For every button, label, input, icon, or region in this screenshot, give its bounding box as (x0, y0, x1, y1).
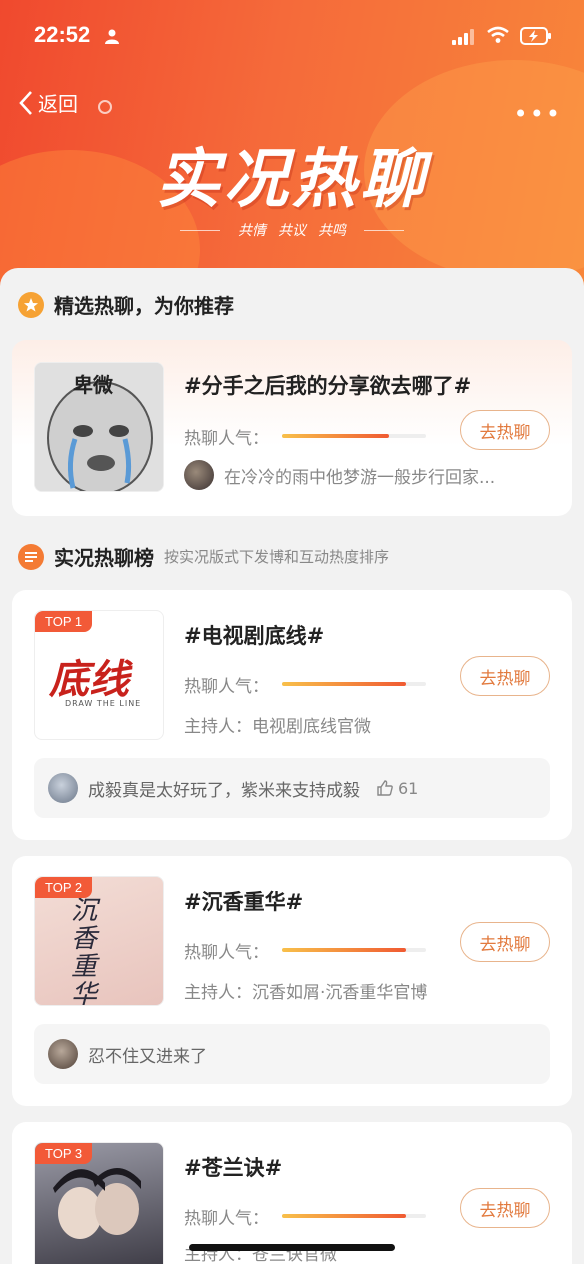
ranking-card[interactable]: 沉香重华 TOP 2 #沉香重华# 热聊人气： 去热聊 主持人：沉香如屑·沉香重… (12, 856, 572, 1106)
heat-label: 热聊人气： (184, 677, 269, 697)
heat-label: 热聊人气： (184, 943, 269, 963)
heat-bar-fill (282, 434, 389, 438)
thumb-title: 沉香重华 (71, 896, 98, 1006)
comment-preview[interactable]: 忍不住又进来了 (34, 1024, 550, 1084)
ranking-section-header: 实况热聊榜 按实况版式下发博和互动热度排序 (18, 542, 389, 571)
heat-label: 热聊人气： (184, 429, 269, 449)
chevron-left-icon (19, 90, 32, 115)
topic-title[interactable]: #分手之后我的分享欲去哪了# (184, 370, 471, 400)
subtitle-word: 共鸣 (318, 223, 346, 239)
thumb-caption: 卑微 (73, 373, 113, 397)
heat-label: 热聊人气： (184, 1209, 269, 1229)
comment-text: 忍不住又进来了 (88, 1046, 207, 1067)
main-content: 精选热聊，为你推荐 卑微 #分手之后我的分享欲去哪了# 热聊人气： 去热聊 在冷… (0, 268, 584, 1264)
heat-bar (282, 682, 426, 686)
banner-subtitle: 共情 共议 共鸣 (0, 220, 584, 240)
rank-badge: TOP 2 (35, 877, 93, 898)
divider (180, 229, 220, 231)
topic-thumbnail: 底线 DRAW THE LINE TOP 1 (34, 610, 164, 740)
featured-section-header: 精选热聊，为你推荐 (18, 290, 234, 319)
status-bar: 22:52 (0, 0, 584, 72)
avatar[interactable] (48, 1039, 78, 1069)
featured-card[interactable]: 卑微 #分手之后我的分享欲去哪了# 热聊人气： 去热聊 在冷冷的雨中他梦游一般步… (12, 340, 572, 516)
go-chat-button[interactable]: 去热聊 (460, 656, 550, 696)
ranking-card[interactable]: 底线 DRAW THE LINE TOP 1 #电视剧底线# 热聊人气： 去热聊… (12, 590, 572, 840)
section-title: 精选热聊，为你推荐 (54, 294, 234, 318)
wifi-icon (487, 26, 509, 43)
avatar[interactable] (48, 773, 78, 803)
subtitle-word: 共议 (278, 223, 306, 239)
topic-thumbnail: 沉香重华 TOP 2 (34, 876, 164, 1006)
rank-badge: TOP 1 (35, 611, 93, 632)
thumbs-up-icon (377, 780, 393, 796)
page-title: 实况热聊 (156, 143, 428, 217)
go-chat-button[interactable]: 去热聊 (460, 1188, 550, 1228)
go-chat-button[interactable]: 去热聊 (460, 922, 550, 962)
host-label[interactable]: 主持人：沉香如屑·沉香重华官博 (184, 978, 427, 1003)
topic-thumbnail: TOP 3 (34, 1142, 164, 1264)
heat-bar (282, 434, 426, 438)
thumb-title: 底线 (49, 657, 129, 703)
featured-comment: 在冷冷的雨中他梦游一般步行回家... (184, 460, 495, 490)
header-banner: 22:52 返回 ••• 实况热聊 共情 共议 共鸣 (0, 0, 584, 300)
signal-icon (452, 29, 474, 45)
go-chat-button[interactable]: 去热聊 (460, 410, 550, 450)
ranking-card[interactable]: TOP 3 #苍兰诀# 热聊人气： 去热聊 主持人：苍兰诀官微 (12, 1122, 572, 1264)
circle-dot-icon (98, 100, 112, 114)
avatar[interactable] (184, 460, 214, 490)
topic-title[interactable]: #电视剧底线# (184, 620, 324, 650)
subtitle-word: 共情 (238, 223, 266, 239)
like-button[interactable]: 61 (376, 779, 418, 798)
topic-title[interactable]: #苍兰诀# (184, 1152, 282, 1182)
battery-charging-icon (520, 27, 551, 45)
divider (364, 229, 404, 231)
section-title: 实况热聊榜 (54, 546, 154, 570)
topic-title[interactable]: #沉香重华# (184, 886, 303, 916)
heat-bar (282, 1214, 426, 1218)
heat-bar-fill (282, 682, 406, 686)
person-icon (105, 29, 119, 44)
featured-thumbnail: 卑微 (34, 362, 164, 492)
comment-preview[interactable]: 成毅真是太好玩了，紫米来支持成毅 61 (34, 758, 550, 818)
back-label: 返回 (38, 92, 78, 116)
list-icon (18, 543, 44, 570)
comment-text: 成毅真是太好玩了，紫米来支持成毅 (88, 780, 360, 801)
more-options-icon[interactable]: ••• (514, 100, 562, 128)
section-note: 按实况版式下发博和互动热度排序 (164, 548, 390, 566)
heat-bar (282, 948, 426, 952)
heat-bar-fill (282, 1214, 406, 1218)
like-count: 61 (398, 778, 419, 798)
status-time: 22:52 (34, 22, 91, 47)
back-button[interactable]: 返回 (18, 88, 78, 117)
rank-badge: TOP 3 (35, 1143, 93, 1164)
host-label[interactable]: 主持人：电视剧底线官微 (184, 712, 371, 737)
star-icon (18, 291, 44, 318)
heat-bar-fill (282, 948, 406, 952)
thumb-subtitle: DRAW THE LINE (65, 699, 142, 708)
comment-text: 在冷冷的雨中他梦游一般步行回家... (224, 467, 496, 488)
home-indicator[interactable] (189, 1244, 395, 1251)
